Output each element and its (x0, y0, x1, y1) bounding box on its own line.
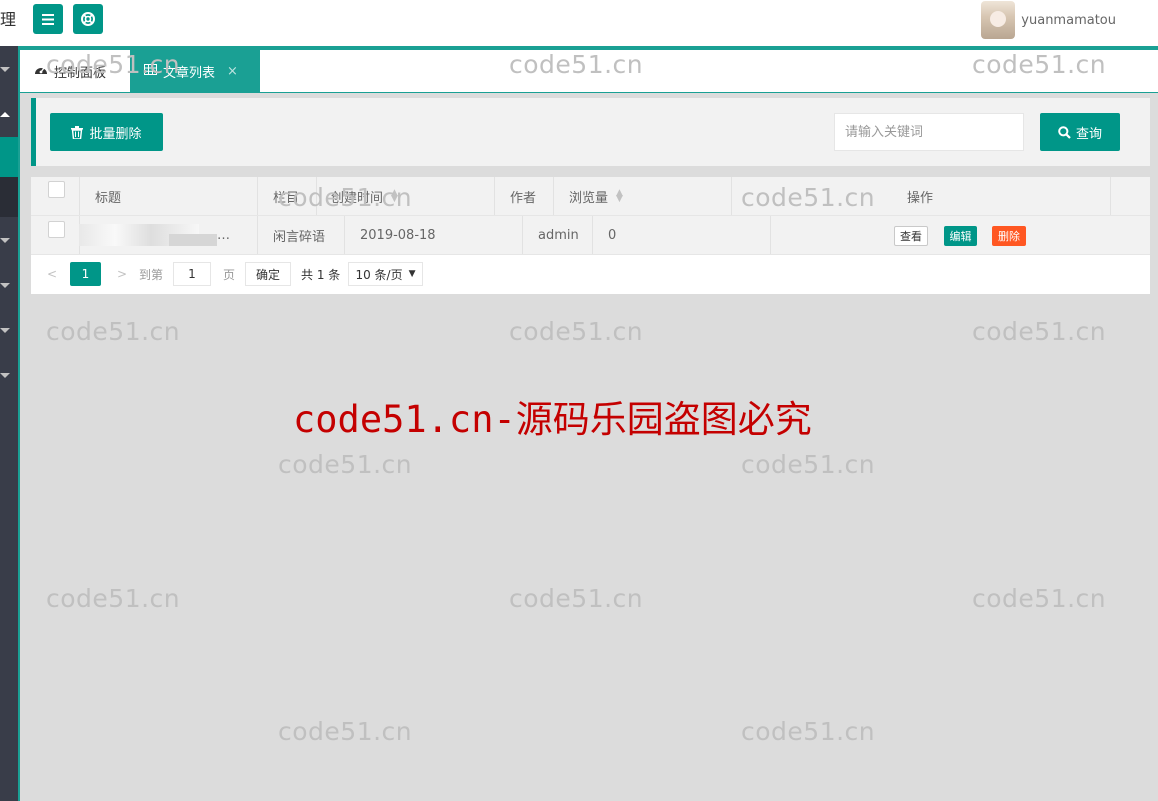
watermark: code51.cn (278, 450, 413, 479)
watermark: code51.cn (46, 317, 181, 346)
batch-delete-label: 批量删除 (89, 126, 142, 142)
header-actions: 操作 (907, 190, 934, 206)
delete-button[interactable]: 删除 (992, 226, 1026, 246)
header-views-label: 浏览量 (569, 190, 609, 206)
avatar (981, 1, 1016, 39)
prev-page-button[interactable]: < (47, 262, 57, 286)
sidebar-expand-icon[interactable] (0, 67, 10, 72)
row-created: 2019-08-18 (360, 227, 436, 243)
sidebar-collapse-icon[interactable] (0, 112, 10, 117)
chevron-down-icon: ▼ (408, 269, 416, 279)
watermark: code51.cn (46, 50, 181, 79)
goto-label: 到第 (139, 267, 164, 282)
watermark: code51.cn (509, 584, 644, 613)
watermark: code51.cn (509, 50, 644, 79)
copyright-notice: code51.cn-源码乐园盗图必究 (293, 398, 812, 441)
search-toolbar: 批量删除 查询 (31, 98, 1150, 166)
row-column: 闲言碎语 (273, 229, 326, 245)
row-checkbox[interactable] (48, 221, 65, 238)
search-label: 查询 (1075, 126, 1102, 142)
page-size-select[interactable]: 10 条/页 ▼ (348, 262, 423, 286)
lifebuoy-icon (81, 12, 95, 26)
help-button[interactable] (73, 4, 103, 34)
sidebar (0, 46, 20, 801)
watermark: code51.cn (741, 717, 876, 746)
row-views: 0 (608, 227, 617, 243)
table-header: 标题 栏目 创建时间 ▲ ▼ 作者 浏览量 ▲ ▼ 操作 (31, 177, 1150, 216)
trash-icon (71, 125, 84, 139)
batch-delete-button[interactable]: 批量删除 (50, 113, 163, 151)
goto-confirm-button[interactable]: 确定 (245, 262, 291, 286)
page-unit-label: 页 (223, 267, 236, 282)
menu-toggle-button[interactable] (33, 4, 63, 34)
header-title: 标题 (95, 190, 122, 206)
sidebar-item-active[interactable] (0, 137, 18, 177)
user-menu[interactable]: yuanmamatou (981, 0, 1116, 40)
next-page-button[interactable]: > (117, 262, 127, 286)
hamburger-icon (42, 13, 54, 25)
pagination: < 1 > 到第 1 页 确定 共 1 条 10 条/页 ▼ (31, 255, 1150, 294)
watermark: code51.cn (46, 584, 181, 613)
sort-icon[interactable]: ▲ ▼ (616, 189, 623, 204)
top-header: 理 yuanmamatou (0, 0, 1158, 47)
close-icon[interactable]: × (227, 64, 238, 79)
header-author: 作者 (510, 190, 537, 206)
view-button[interactable]: 查看 (894, 226, 928, 246)
page-1-button[interactable]: 1 (70, 262, 101, 286)
sidebar-expand-icon[interactable] (0, 373, 10, 378)
watermark: code51.cn (972, 317, 1107, 346)
watermark: code51.cn (278, 183, 413, 212)
watermark: code51.cn (741, 183, 876, 212)
watermark: code51.cn (972, 584, 1107, 613)
page-size-value: 10 条/页 (355, 267, 403, 282)
watermark: code51.cn (278, 717, 413, 746)
search-input[interactable] (834, 113, 1024, 151)
header-views[interactable]: 浏览量 ▲ ▼ (569, 177, 623, 215)
article-table: 标题 栏目 创建时间 ▲ ▼ 作者 浏览量 ▲ ▼ 操作 … 闲言碎语 2019-0… (31, 177, 1150, 294)
username: yuanmamatou (1021, 12, 1116, 28)
row-author: admin (538, 227, 579, 243)
sidebar-expand-icon[interactable] (0, 283, 10, 288)
table-row: … 闲言碎语 2019-08-18 admin 0 查看 编辑 删除 (31, 216, 1150, 255)
brand-title: 理 (0, 10, 17, 29)
sidebar-item-selected[interactable] (0, 177, 18, 217)
sidebar-expand-icon[interactable] (0, 238, 10, 243)
watermark: code51.cn (741, 450, 876, 479)
goto-page-input[interactable]: 1 (173, 262, 211, 286)
search-icon (1058, 125, 1071, 139)
edit-button[interactable]: 编辑 (944, 226, 977, 246)
sidebar-expand-icon[interactable] (0, 328, 10, 333)
search-button[interactable]: 查询 (1040, 113, 1120, 151)
row-title[interactable]: … (217, 216, 230, 254)
select-all-checkbox[interactable] (48, 181, 65, 198)
total-count: 共 1 条 (301, 267, 341, 282)
watermark: code51.cn (509, 317, 644, 346)
watermark: code51.cn (972, 50, 1107, 79)
